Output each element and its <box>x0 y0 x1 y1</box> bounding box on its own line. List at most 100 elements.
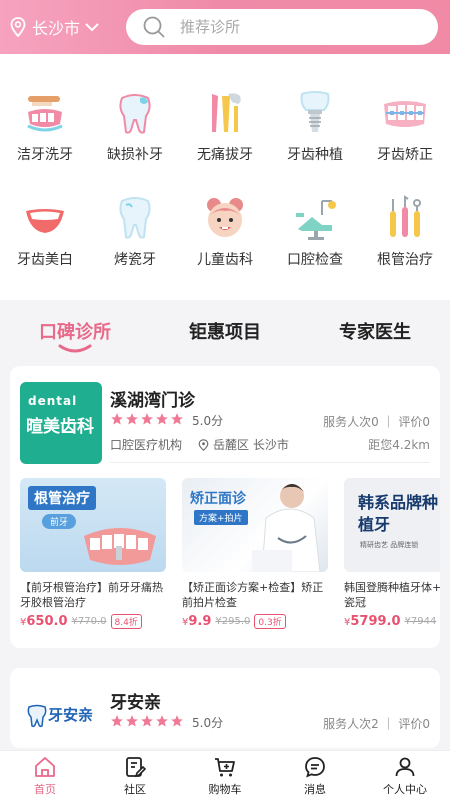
tab-active-indicator <box>58 344 92 353</box>
child-face-icon <box>202 195 248 241</box>
promo-image-sub: 精研齿艺 品牌连锁 <box>360 541 419 549</box>
promo-title: 【前牙根管治疗】前牙牙痛热牙胶根管治疗 <box>20 581 163 609</box>
bottom-nav: 首页 社区 购物车 消息 个人中心 <box>0 750 450 800</box>
promo-price: ¥650.0 <box>20 614 68 629</box>
dental-tools-icon <box>382 195 428 241</box>
category-label: 口腔检查 <box>287 252 343 268</box>
promo-price-row: ¥650.0 ¥770.0 8.4折 <box>20 614 166 629</box>
category-item-root-canal[interactable]: 根管治疗 <box>360 195 450 289</box>
nav-label: 首页 <box>34 783 56 796</box>
rating-stars <box>110 714 185 728</box>
clinic-name: 溪湖湾门诊 <box>110 391 195 411</box>
category-item-extraction[interactable]: 无痛拔牙 <box>180 90 270 184</box>
tab-experts[interactable]: 专家医生 <box>300 300 450 364</box>
tab-deals[interactable]: 钜惠项目 <box>150 300 300 364</box>
star-icon <box>126 413 138 425</box>
home-icon <box>35 757 55 777</box>
clinic-address: 岳麓区 长沙市 <box>198 436 289 453</box>
category-label: 无痛拔牙 <box>197 147 253 163</box>
clinic-logo: 牙安亲 <box>20 688 102 748</box>
clinic-distance: 距您4.2km <box>368 438 430 452</box>
promo-image-tag: 韩系品牌种植牙 <box>358 493 439 534</box>
category-item-filling[interactable]: 缺损补牙 <box>90 90 180 184</box>
chevron-down-icon <box>85 23 99 32</box>
promo-image: 矫正面诊 方案+拍片 <box>182 478 328 572</box>
category-item-porcelain[interactable]: 烤瓷牙 <box>90 195 180 289</box>
promo-item[interactable]: 根管治疗 前牙 【前牙根管治疗】前牙牙痛热牙胶根管治疗 ¥650.0 ¥770.… <box>20 478 166 629</box>
star-icon <box>111 715 123 727</box>
clinic-stats: 服务人次0 ｜ 评价0 <box>323 415 430 429</box>
doctor-illustration <box>252 484 321 572</box>
promo-item[interactable]: 矫正面诊 方案+拍片 【矫正面诊方案+检查】矫正前拍片检查 ¥9.9 ¥295.… <box>182 478 328 629</box>
star-icon <box>171 413 183 425</box>
nav-label: 社区 <box>124 783 146 796</box>
location-pin-icon <box>10 17 26 37</box>
logo-subtitle: dental <box>28 394 78 408</box>
clinic-logo: dental 暄美齿科 <box>20 382 102 464</box>
logo-text: 牙安亲 <box>48 706 94 724</box>
promo-title: 【矫正面诊方案+检查】矫正前拍片检查 <box>182 581 324 609</box>
braces-icon <box>382 90 428 136</box>
clinic-card[interactable]: 牙安亲 牙安亲 5.0分 服务人次2 ｜ 评价0 <box>10 668 440 748</box>
search-icon <box>143 16 165 38</box>
star-icon <box>156 413 168 425</box>
nav-label: 个人中心 <box>383 783 427 796</box>
promo-image-sub: 前牙 <box>42 514 77 529</box>
city-selector[interactable]: 长沙市 <box>10 15 118 39</box>
star-icon <box>141 413 153 425</box>
tooth-repair-icon <box>112 90 158 136</box>
tab-label: 口碑诊所 <box>39 322 111 343</box>
search-input[interactable] <box>180 18 380 36</box>
category-label: 牙齿种植 <box>287 147 343 163</box>
tooth-brush-icon <box>22 90 68 136</box>
search-bar[interactable] <box>126 9 438 45</box>
category-label: 洁牙洗牙 <box>17 147 73 163</box>
star-icon <box>126 715 138 727</box>
smile-icon <box>22 195 68 241</box>
promo-item[interactable]: 韩系品牌种植牙 精研齿艺 品牌连锁 韩国登腾种植牙体+基台+全瓷冠 ¥5799.… <box>344 478 440 629</box>
promo-discount: 8.4折 <box>110 614 142 629</box>
category-item-implant[interactable]: 牙齿种植 <box>270 90 360 184</box>
category-grid: 洁牙洗牙 缺损补牙 无痛拔牙 牙齿种植 牙齿矫正 牙齿美白 烤瓷牙 儿童齿科 口… <box>0 54 450 300</box>
star-icon <box>141 715 153 727</box>
nav-community[interactable]: 社区 <box>90 751 180 800</box>
tooth-logo-icon <box>27 704 47 728</box>
tab-reputable-clinics[interactable]: 口碑诊所 <box>0 300 150 364</box>
promo-image-tag: 矫正面诊 <box>190 491 246 507</box>
tooth-extraction-icon <box>202 90 248 136</box>
cart-icon <box>215 758 235 777</box>
location-pin-icon <box>198 438 209 451</box>
community-icon <box>126 757 147 778</box>
nav-home[interactable]: 首页 <box>0 751 90 800</box>
promo-carousel[interactable]: 根管治疗 前牙 【前牙根管治疗】前牙牙痛热牙胶根管治疗 ¥650.0 ¥770.… <box>20 478 440 638</box>
nav-cart[interactable]: 购物车 <box>180 751 270 800</box>
nav-messages[interactable]: 消息 <box>270 751 360 800</box>
promo-price-row: ¥5799.0 ¥7944 <box>344 614 440 629</box>
category-item-whitening[interactable]: 牙齿美白 <box>0 195 90 289</box>
message-icon <box>305 757 325 778</box>
category-label: 烤瓷牙 <box>114 252 156 268</box>
promo-old-price: ¥7944 <box>404 616 437 627</box>
promo-price: ¥9.9 <box>182 614 212 629</box>
rating-score: 5.0分 <box>192 414 224 428</box>
city-name: 长沙市 <box>32 19 81 38</box>
category-item-orthodontics[interactable]: 牙齿矫正 <box>360 90 450 184</box>
promo-price-row: ¥9.9 ¥295.0 0.3折 <box>182 614 328 629</box>
promo-old-price: ¥295.0 <box>215 616 251 627</box>
category-label: 根管治疗 <box>377 252 433 268</box>
nav-profile[interactable]: 个人中心 <box>360 751 450 800</box>
category-label: 缺损补牙 <box>107 147 163 163</box>
category-label: 牙齿美白 <box>17 252 73 268</box>
promo-image: 根管治疗 前牙 <box>20 478 166 572</box>
promo-image-sub: 方案+拍片 <box>194 510 248 525</box>
rating-stars <box>110 412 185 426</box>
tab-label: 专家医生 <box>339 322 411 343</box>
category-item-cleaning[interactable]: 洁牙洗牙 <box>0 90 90 184</box>
top-header: 长沙市 <box>0 0 450 54</box>
dental-model-icon <box>84 528 156 565</box>
category-item-pediatric[interactable]: 儿童齿科 <box>180 195 270 289</box>
dental-chair-icon <box>292 195 338 241</box>
category-item-checkup[interactable]: 口腔检查 <box>270 195 360 289</box>
promo-image: 韩系品牌种植牙 精研齿艺 品牌连锁 <box>344 478 440 572</box>
clinic-card[interactable]: dental 暄美齿科 溪湖湾门诊 5.0分 服务人次0 ｜ 评价0 口腔医疗机… <box>10 366 440 648</box>
